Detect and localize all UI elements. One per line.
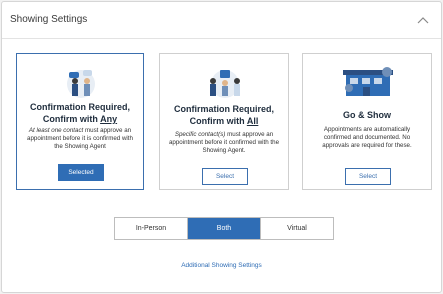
toggle-in-person[interactable]: In-Person xyxy=(115,218,187,239)
showing-settings-panel: Showing Settings Confirmation Required, … xyxy=(1,1,442,293)
card-description-emphasis: At least one contact xyxy=(28,127,84,134)
select-button[interactable]: Select xyxy=(202,168,248,185)
panel-title: Showing Settings xyxy=(10,14,88,25)
additional-settings-link[interactable]: Additional Showing Settings xyxy=(2,262,441,269)
option-card-go-and-show[interactable]: Go & Show Appointments are automatically… xyxy=(302,53,432,190)
option-card-confirm-any[interactable]: Confirmation Required, Confirm with Any … xyxy=(16,53,144,190)
card-title-emph: Any xyxy=(100,114,118,124)
select-button[interactable]: Select xyxy=(345,168,391,185)
card-title-prefix: Confirm with xyxy=(42,114,101,124)
chevron-up-icon[interactable] xyxy=(417,15,429,25)
card-title-emph: All xyxy=(246,116,259,126)
house-icon xyxy=(343,67,393,96)
people-chat-icon xyxy=(67,70,95,98)
people-document-icon xyxy=(210,70,240,98)
selected-button[interactable]: Selected xyxy=(58,164,104,181)
card-title-line1: Confirmation Required, xyxy=(29,102,130,112)
card-description: Appointments are automatically confirmed… xyxy=(322,126,412,149)
toggle-virtual[interactable]: Virtual xyxy=(260,218,333,239)
option-card-confirm-all[interactable]: Confirmation Required, Confirm with All … xyxy=(159,53,289,190)
card-description-emphasis: Specific contact(s) xyxy=(174,131,226,138)
card-title-line1: Confirmation Required, xyxy=(173,104,274,114)
panel-header[interactable]: Showing Settings xyxy=(2,2,441,39)
card-description: Specific contact(s) must approve an appo… xyxy=(166,131,282,155)
card-title: Go & Show xyxy=(343,110,391,120)
toggle-both[interactable]: Both xyxy=(187,218,260,239)
showing-type-toggle: In-Person Both Virtual xyxy=(114,217,334,240)
card-title-prefix: Confirm with xyxy=(189,116,247,126)
card-description: At least one contact must approve an app… xyxy=(23,127,137,151)
